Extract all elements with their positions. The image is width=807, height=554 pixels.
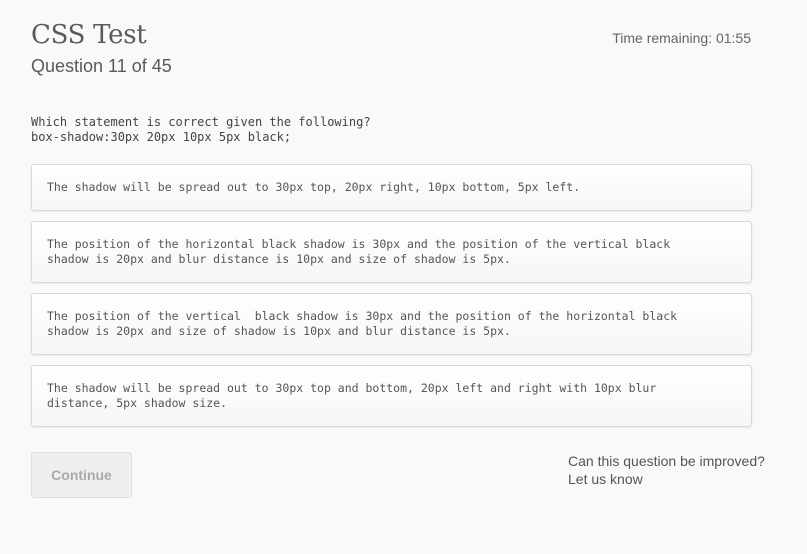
let-us-know-link[interactable]: Let us know bbox=[568, 470, 765, 488]
time-remaining: Time remaining: 01:55 bbox=[612, 30, 751, 46]
feedback-question: Can this question be improved? bbox=[568, 453, 765, 469]
answer-option-text: The shadow will be spread out to 30px to… bbox=[47, 381, 657, 410]
answer-option-3[interactable]: The position of the vertical black shado… bbox=[31, 293, 752, 355]
question-code: box-shadow:30px 20px 10px 5px black; bbox=[31, 130, 292, 144]
answer-option-text: The shadow will be spread out to 30px to… bbox=[47, 180, 581, 194]
question-counter: Question 11 of 45 bbox=[31, 56, 172, 76]
answer-option-text: The position of the vertical black shado… bbox=[47, 309, 678, 338]
question-prompt: Which statement is correct given the fol… bbox=[31, 115, 371, 129]
answer-option-4[interactable]: The shadow will be spread out to 30px to… bbox=[31, 365, 752, 427]
continue-button[interactable]: Continue bbox=[31, 452, 132, 498]
answer-option-1[interactable]: The shadow will be spread out to 30px to… bbox=[31, 164, 752, 211]
feedback-section: Can this question be improved? Let us kn… bbox=[568, 452, 765, 488]
question-text: Which statement is correct given the fol… bbox=[31, 115, 371, 145]
answer-option-text: The position of the horizontal black sha… bbox=[47, 237, 671, 266]
answer-option-2[interactable]: The position of the horizontal black sha… bbox=[31, 221, 752, 283]
page-title: CSS Test bbox=[31, 20, 147, 50]
answer-list: The shadow will be spread out to 30px to… bbox=[31, 164, 752, 437]
